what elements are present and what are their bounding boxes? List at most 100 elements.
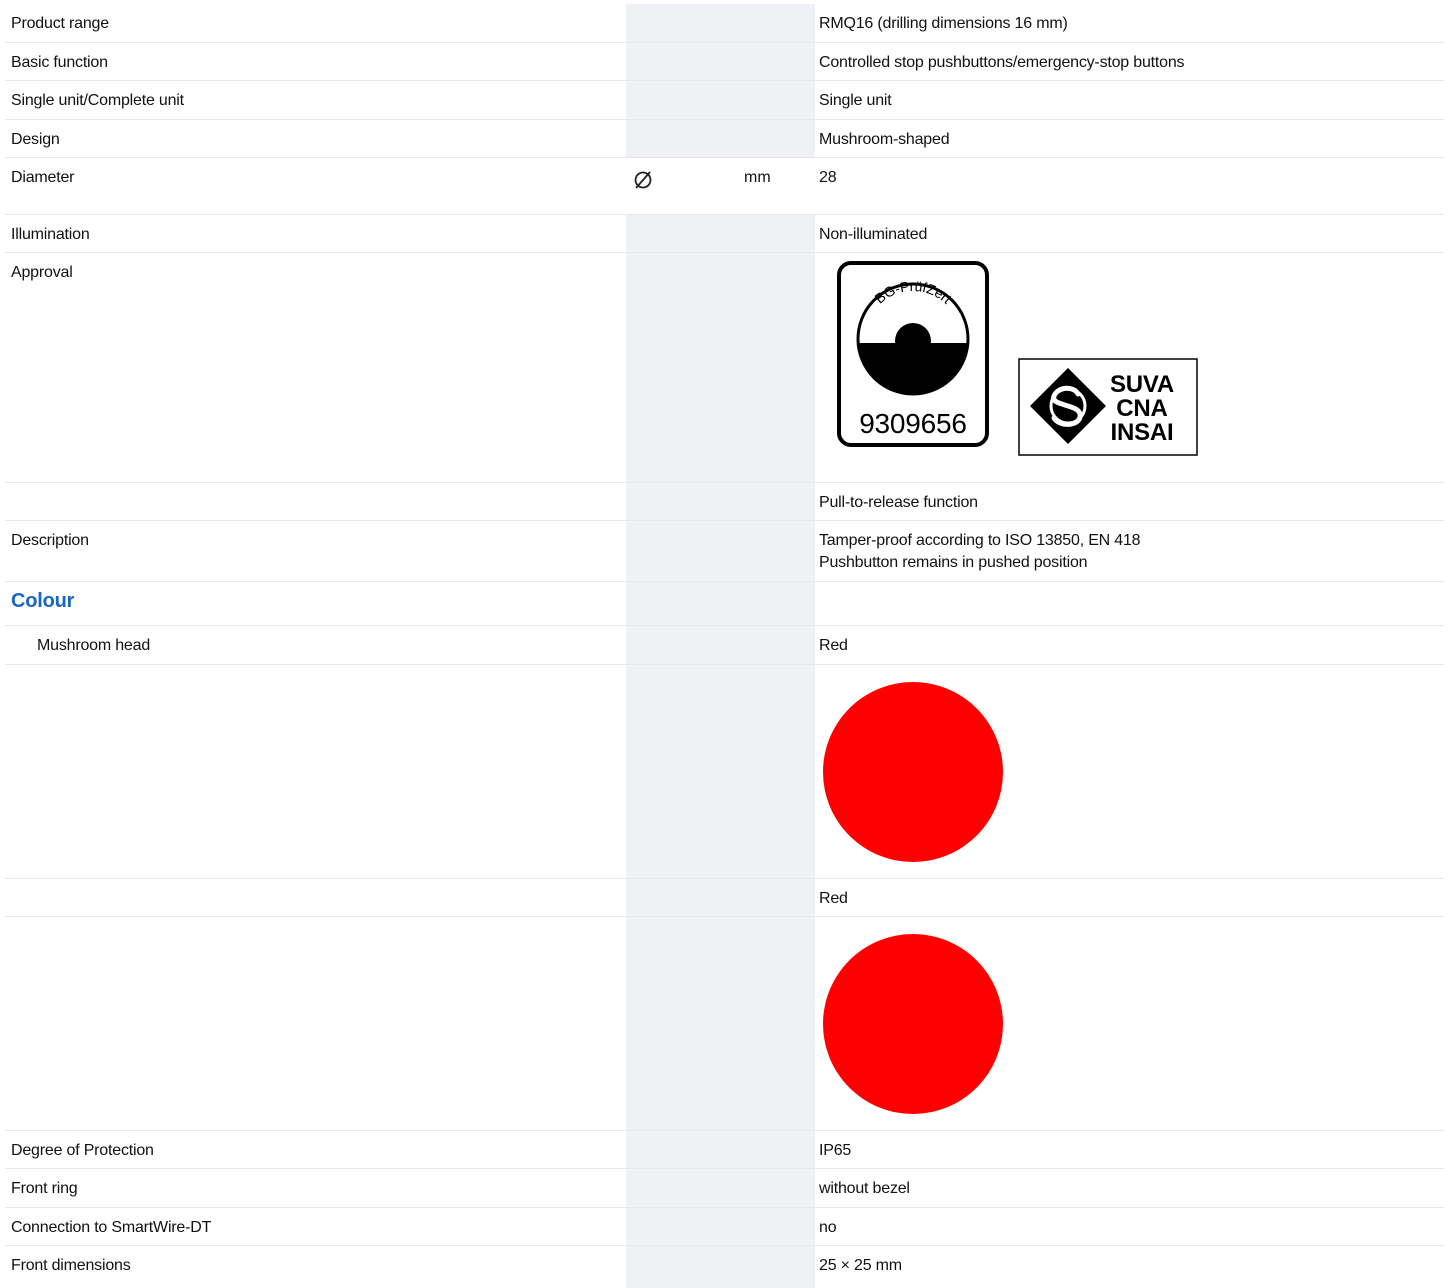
spec-label xyxy=(5,917,626,1130)
spec-row-front-dimensions: Front dimensions 25 × 25 mm xyxy=(5,1246,1444,1288)
spec-label: Connection to SmartWire-DT xyxy=(11,1219,212,1236)
section-title: Colour xyxy=(11,590,75,612)
symbol-cell xyxy=(626,1169,740,1207)
unit-cell xyxy=(740,483,815,520)
spec-row-single-unit: Single unit/Complete unit Single unit xyxy=(5,81,1444,120)
spec-row-approval: Approval BG-PrüfZert 9309656 SUVA CNA IN… xyxy=(5,253,1444,483)
unit-cell xyxy=(740,665,815,878)
spec-value xyxy=(815,582,1444,625)
spec-value: Tamper-proof according to ISO 13850, EN … xyxy=(815,521,1444,581)
symbol-cell xyxy=(626,120,740,157)
symbol-cell xyxy=(626,81,740,119)
spec-label: Front ring xyxy=(11,1180,78,1197)
unit-cell xyxy=(740,917,815,1130)
swatch-cell xyxy=(815,665,1444,878)
unit-cell xyxy=(740,81,815,119)
spec-row-mushroom-head: Mushroom head Red xyxy=(5,626,1444,665)
unit-cell xyxy=(740,253,815,482)
unit-cell xyxy=(740,626,815,664)
spec-row-design: Design Mushroom-shaped xyxy=(5,120,1444,158)
spec-value: IP65 xyxy=(819,1142,852,1159)
spec-label: Illumination xyxy=(11,226,90,243)
colour-swatch-row xyxy=(5,665,1444,879)
symbol-cell xyxy=(626,665,740,878)
unit-cell xyxy=(740,1246,815,1288)
unit-cell xyxy=(740,1131,815,1168)
spec-value: Pull-to-release function xyxy=(819,494,978,511)
spec-value: RMQ16 (drilling dimensions 16 mm) xyxy=(819,15,1068,32)
unit-cell xyxy=(740,43,815,80)
spec-row-diameter: Diameter mm 28 xyxy=(5,158,1444,215)
product-spec-table: Product range RMQ16 (drilling dimensions… xyxy=(5,4,1444,1288)
spec-label: Single unit/Complete unit xyxy=(11,92,184,109)
diameter-icon xyxy=(634,171,652,189)
unit-cell xyxy=(740,215,815,252)
symbol-cell xyxy=(626,1208,740,1245)
unit-cell xyxy=(740,879,815,916)
spec-value: Red xyxy=(819,890,848,907)
unit-cell xyxy=(740,1208,815,1245)
svg-text:CNA: CNA xyxy=(1116,395,1167,422)
spec-row-smartwire: Connection to SmartWire-DT no xyxy=(5,1208,1444,1246)
unit-cell xyxy=(740,1169,815,1207)
red-color-swatch xyxy=(823,682,1003,862)
spec-label xyxy=(5,483,626,520)
spec-label: Design xyxy=(11,131,60,148)
spec-value: without bezel xyxy=(819,1180,910,1197)
spec-row-description: Description Tamper-proof according to IS… xyxy=(5,521,1444,582)
spec-label: Basic function xyxy=(11,54,108,71)
unit-cell xyxy=(740,120,815,157)
symbol-cell xyxy=(626,1131,740,1168)
spec-row-colour-red: Red xyxy=(5,879,1444,917)
symbol-cell xyxy=(626,1246,740,1288)
spec-value: Red xyxy=(819,637,848,654)
symbol-cell xyxy=(626,626,740,664)
spec-label: Product range xyxy=(11,15,109,32)
description-line: Pushbutton remains in pushed position xyxy=(819,554,1088,571)
spec-label: Diameter xyxy=(11,169,75,186)
description-line: Tamper-proof according to ISO 13850, EN … xyxy=(819,532,1141,549)
unit-cell xyxy=(740,4,815,42)
spec-value: Non-illuminated xyxy=(819,226,928,243)
symbol-cell xyxy=(626,521,740,581)
symbol-cell xyxy=(626,4,740,42)
symbol-cell xyxy=(626,43,740,80)
colour-swatch-row xyxy=(5,917,1444,1131)
symbol-cell xyxy=(626,879,740,916)
spec-value: 25 × 25 mm xyxy=(819,1257,902,1274)
symbol-cell xyxy=(626,253,740,482)
spec-row-basic-function: Basic function Controlled stop pushbutto… xyxy=(5,43,1444,81)
spec-value: Controlled stop pushbuttons/emergency-st… xyxy=(819,54,1185,71)
svg-text:INSAI: INSAI xyxy=(1110,419,1173,446)
spec-row-pull-to-release: Pull-to-release function xyxy=(5,483,1444,521)
spec-row-product-range: Product range RMQ16 (drilling dimensions… xyxy=(5,4,1444,43)
spec-label: Description xyxy=(11,532,89,549)
suva-logo: SUVA CNA INSAI xyxy=(1018,358,1198,456)
spec-label xyxy=(5,879,626,916)
spec-label: Front dimensions xyxy=(11,1257,131,1274)
approval-logos-cell: BG-PrüfZert 9309656 SUVA CNA INSAI xyxy=(815,253,1444,482)
svg-text:SUVA: SUVA xyxy=(1110,371,1174,398)
spec-value: Single unit xyxy=(819,92,892,109)
section-header-colour: Colour xyxy=(5,582,1444,626)
spec-label xyxy=(5,665,626,878)
unit-cell xyxy=(740,582,815,625)
spec-row-front-ring: Front ring without bezel xyxy=(5,1169,1444,1208)
spec-row-degree-of-protection: Degree of Protection IP65 xyxy=(5,1131,1444,1169)
swatch-cell xyxy=(815,917,1444,1130)
red-color-swatch xyxy=(823,934,1003,1114)
symbol-cell xyxy=(626,483,740,520)
spec-value: no xyxy=(819,1219,837,1236)
unit-cell xyxy=(740,521,815,581)
spec-value: Mushroom-shaped xyxy=(819,131,950,148)
symbol-cell xyxy=(626,582,740,625)
symbol-cell xyxy=(626,917,740,1130)
bg-pruefzert-logo: BG-PrüfZert 9309656 xyxy=(837,261,989,447)
symbol-cell xyxy=(626,158,740,214)
spec-value: 28 xyxy=(819,169,837,186)
spec-label: Approval xyxy=(11,264,73,281)
spec-label: Mushroom head xyxy=(37,637,151,654)
unit-label: mm xyxy=(744,169,771,186)
spec-label: Degree of Protection xyxy=(11,1142,154,1159)
spec-row-illumination: Illumination Non-illuminated xyxy=(5,215,1444,253)
